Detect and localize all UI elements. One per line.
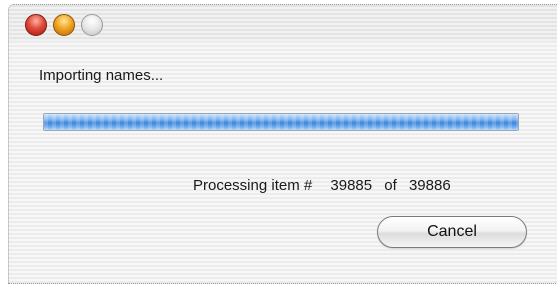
cancel-button[interactable]: Cancel	[377, 216, 527, 248]
progress-message: Importing names...	[39, 67, 164, 84]
of-label: of	[384, 177, 397, 194]
title-bar	[9, 5, 557, 41]
total-items-number: 39886	[408, 177, 451, 194]
zoom-icon[interactable]	[81, 14, 103, 36]
progress-status: Processing item # 39885 of 39886	[193, 177, 451, 194]
minimize-icon[interactable]	[53, 14, 75, 36]
status-prefix: Processing item #	[193, 177, 313, 194]
progress-bar-fill	[44, 114, 518, 130]
current-item-number: 39885	[330, 177, 373, 194]
import-progress-window: Importing names... Processing item # 398…	[8, 4, 557, 284]
close-icon[interactable]	[25, 14, 47, 36]
progress-bar	[43, 113, 519, 131]
